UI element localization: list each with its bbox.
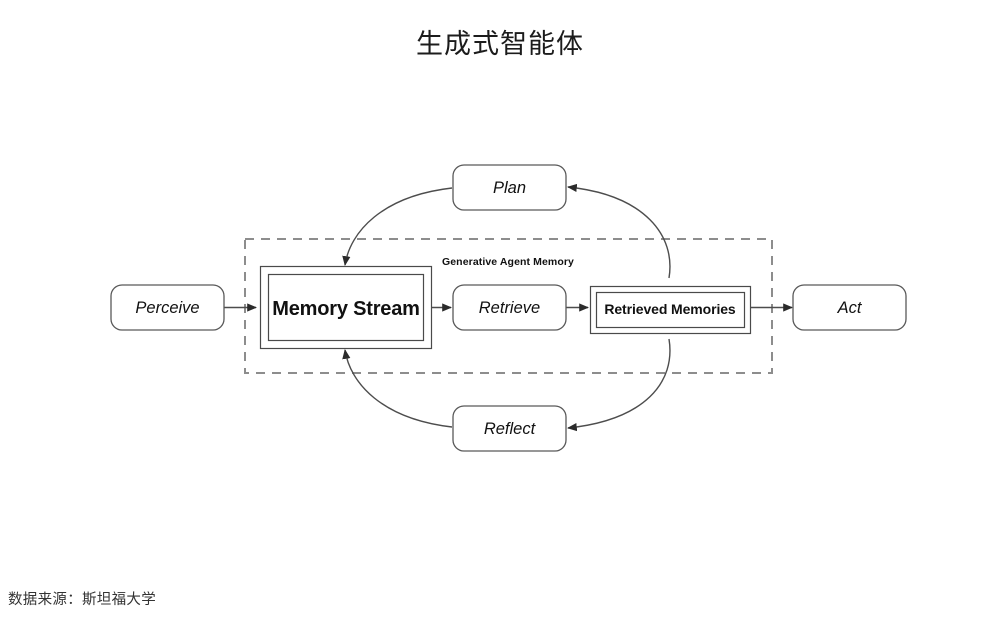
- node-plan[interactable]: Plan: [452, 164, 567, 211]
- node-plan-label: Plan: [493, 179, 526, 197]
- node-retrieve[interactable]: Retrieve: [452, 284, 567, 331]
- node-reflect[interactable]: Reflect: [452, 405, 567, 452]
- node-perceive-label: Perceive: [135, 299, 199, 317]
- node-act-label: Act: [837, 299, 863, 317]
- edge-reflect-to-memory-stream: [342, 349, 453, 428]
- node-retrieved-memories-label: Retrieved Memories: [604, 301, 736, 317]
- edge-retrieved-memories-to-reflect: [567, 338, 671, 432]
- source-note: 数据来源：斯坦福大学: [8, 592, 156, 608]
- group-caption: Generative Agent Memory: [442, 256, 574, 268]
- node-reflect-label: Reflect: [484, 420, 537, 438]
- node-memory-stream-label: Memory Stream: [272, 298, 419, 320]
- node-memory-stream[interactable]: Memory Stream: [259, 265, 433, 350]
- node-perceive[interactable]: Perceive: [110, 284, 225, 331]
- node-retrieve-label: Retrieve: [479, 299, 540, 317]
- edge-plan-to-memory-stream: [342, 187, 453, 266]
- edge-retrieved-memories-to-plan: [567, 183, 671, 279]
- node-retrieved-memories[interactable]: Retrieved Memories: [589, 285, 752, 335]
- node-act[interactable]: Act: [792, 284, 907, 331]
- generative-agent-diagram: Generative Agent Memory Perceive Memory …: [110, 164, 907, 452]
